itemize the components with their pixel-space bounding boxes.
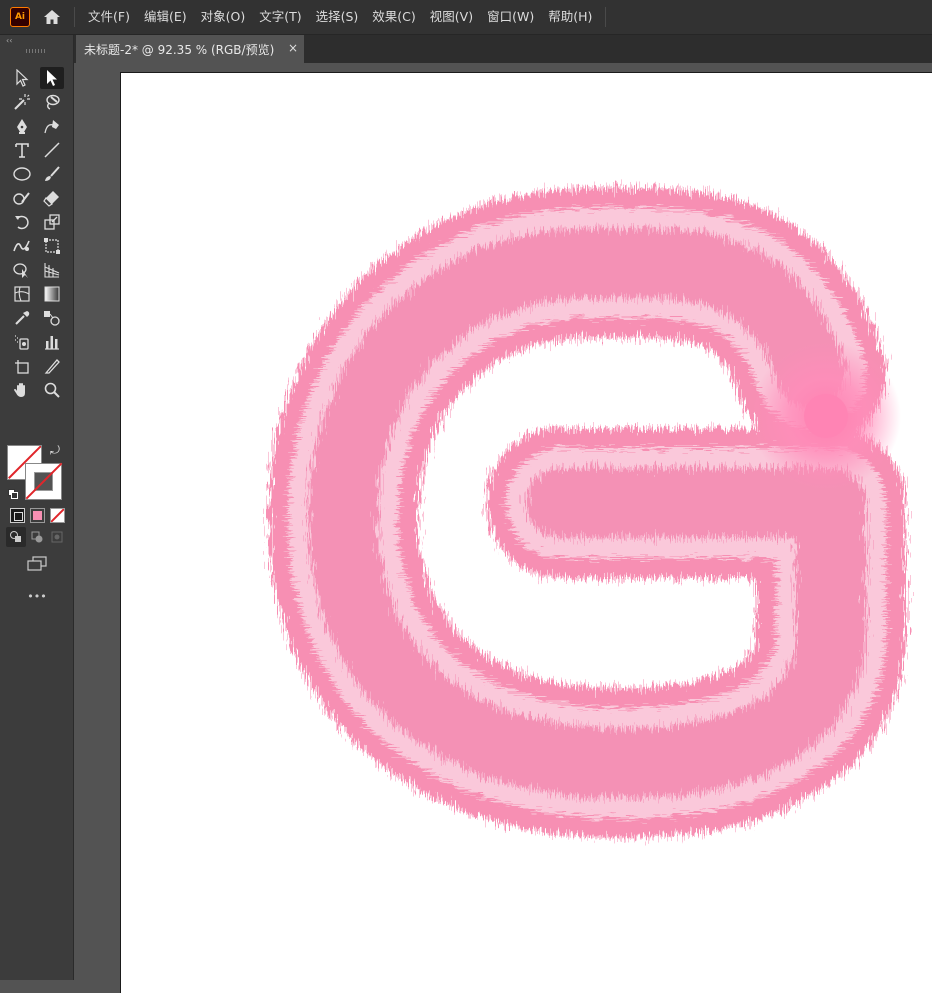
gradient-mode-button[interactable]: [30, 508, 45, 523]
menu-window[interactable]: 窗口(W): [480, 0, 541, 34]
menu-select[interactable]: 选择(S): [309, 0, 366, 34]
mesh-tool-icon[interactable]: [10, 283, 34, 305]
draw-normal-icon[interactable]: [6, 527, 26, 547]
edit-toolbar-icon[interactable]: •••: [25, 585, 49, 607]
collapse-panel-icon[interactable]: ‹‹: [6, 36, 12, 45]
zoom-tool-icon[interactable]: [40, 379, 64, 401]
draw-inside-icon[interactable]: [47, 527, 67, 547]
color-mode-button[interactable]: [10, 508, 25, 523]
selection-tool-icon[interactable]: [10, 67, 34, 89]
default-fill-stroke-icon[interactable]: [8, 484, 18, 499]
pen-tool-icon[interactable]: [10, 115, 34, 137]
stroke-swatch[interactable]: [25, 463, 62, 500]
home-icon[interactable]: [42, 7, 62, 27]
artboard-tool-icon[interactable]: [10, 355, 34, 377]
column-graph-icon[interactable]: [40, 331, 64, 353]
direct-selection-tool-icon[interactable]: [40, 67, 64, 89]
hand-tool-icon[interactable]: [10, 379, 34, 401]
blend-tool-icon[interactable]: [40, 307, 64, 329]
draw-behind-icon[interactable]: [27, 527, 47, 547]
menu-separator: [605, 7, 607, 27]
curvature-tool-icon[interactable]: [40, 115, 64, 137]
warp-tool-icon[interactable]: [10, 235, 34, 257]
slice-tool-icon[interactable]: [40, 355, 64, 377]
tools-panel: ‹‹ ⤾ •••: [0, 35, 74, 980]
menu-effect[interactable]: 效果(C): [365, 0, 422, 34]
menu-view[interactable]: 视图(V): [423, 0, 480, 34]
eyedropper-icon[interactable]: [10, 307, 34, 329]
menu-items: 文件(F) 编辑(E) 对象(O) 文字(T) 选择(S) 效果(C) 视图(V…: [81, 0, 599, 34]
menu-bar: Ai 文件(F) 编辑(E) 对象(O) 文字(T) 选择(S) 效果(C) 视…: [0, 0, 932, 35]
document-tab-title: 未标题-2* @ 92.35 % (RGB/预览): [84, 42, 275, 57]
rotate-tool-icon[interactable]: [10, 211, 34, 233]
document-tab-bar: 未标题-2* @ 92.35 % (RGB/预览) ×: [74, 35, 932, 63]
paintbrush-icon[interactable]: [40, 163, 64, 185]
menu-help[interactable]: 帮助(H): [541, 0, 599, 34]
lasso-icon[interactable]: [40, 91, 64, 113]
swap-fill-stroke-icon[interactable]: ⤾: [50, 443, 60, 458]
app-logo: Ai: [10, 7, 30, 27]
menu-file[interactable]: 文件(F): [81, 0, 137, 34]
fur-letter-artwork[interactable]: [121, 73, 932, 993]
gradient-tool-icon[interactable]: [40, 283, 64, 305]
artboard[interactable]: [120, 72, 932, 993]
menu-edit[interactable]: 编辑(E): [137, 0, 194, 34]
canvas-area[interactable]: [74, 63, 932, 993]
scale-tool-icon[interactable]: [40, 211, 64, 233]
symbol-sprayer-icon[interactable]: [10, 331, 34, 353]
shape-builder-icon[interactable]: [10, 259, 34, 281]
type-tool-icon[interactable]: [10, 139, 34, 161]
screen-mode-icon[interactable]: [25, 553, 49, 575]
line-segment-icon[interactable]: [40, 139, 64, 161]
perspective-grid-icon[interactable]: [40, 259, 64, 281]
eraser-icon[interactable]: [40, 187, 64, 209]
ellipse-tool-icon[interactable]: [10, 163, 34, 185]
free-transform-icon[interactable]: [40, 235, 64, 257]
menu-separator: [74, 7, 75, 27]
none-mode-button[interactable]: [50, 508, 65, 523]
menu-object[interactable]: 对象(O): [194, 0, 253, 34]
shaper-tool-icon[interactable]: [10, 187, 34, 209]
close-tab-icon[interactable]: ×: [288, 41, 298, 55]
magic-wand-icon[interactable]: [10, 91, 34, 113]
menu-type[interactable]: 文字(T): [252, 0, 308, 34]
document-tab[interactable]: 未标题-2* @ 92.35 % (RGB/预览) ×: [76, 35, 304, 63]
panel-grip[interactable]: [26, 49, 46, 53]
